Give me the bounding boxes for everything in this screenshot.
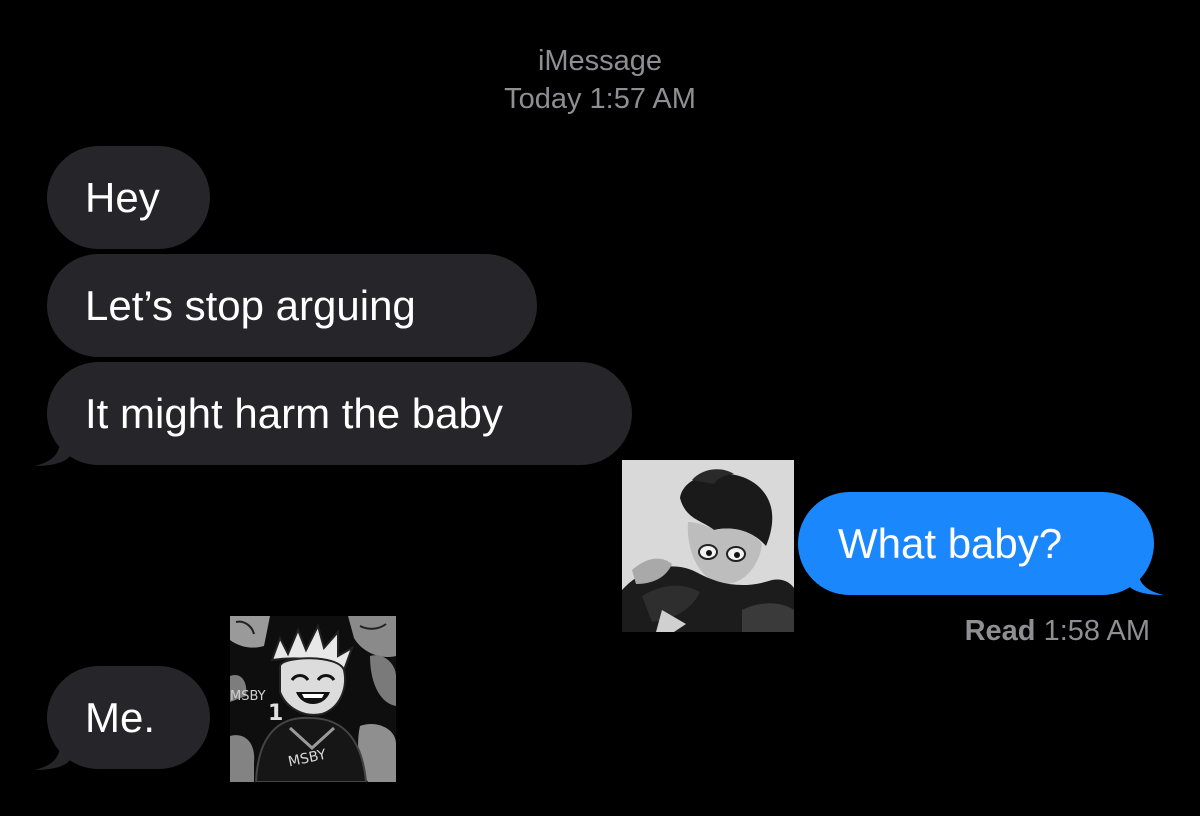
message-text: Me. <box>85 693 156 741</box>
service-label: iMessage <box>537 45 663 77</box>
message-bubble-incoming[interactable]: It might harm the baby <box>47 362 632 465</box>
read-receipt: Read 1:58 AM <box>965 612 1150 650</box>
svg-text:1: 1 <box>268 701 283 726</box>
laughing-boy-sticker-icon: 1 MSBY MSBY <box>230 616 396 782</box>
bubble-tail-icon <box>34 724 70 770</box>
svg-text:MSBY: MSBY <box>230 689 266 704</box>
message-bubble-incoming[interactable]: Hey <box>47 146 210 249</box>
message-bubble-incoming[interactable]: Me. <box>47 666 210 769</box>
bubble-tail-icon <box>1128 549 1164 595</box>
conversation-header: iMessage Today 1:57 AM <box>0 42 1200 118</box>
read-time: 1:58 AM <box>1043 615 1150 647</box>
dark-haired-boy-sticker-icon <box>622 460 794 632</box>
message-text: What baby? <box>838 519 1063 567</box>
sticker-image[interactable] <box>622 460 794 632</box>
message-text: Let’s stop arguing <box>85 281 416 329</box>
timestamp-time: 1:57 AM <box>589 83 696 115</box>
timestamp: Today 1:57 AM <box>0 80 1200 118</box>
message-bubble-outgoing[interactable]: What baby? <box>798 492 1154 595</box>
timestamp-day: Today <box>504 83 582 115</box>
message-text: It might harm the baby <box>85 389 503 437</box>
message-text: Hey <box>85 173 160 221</box>
bubble-tail-icon <box>34 420 70 466</box>
message-bubble-incoming[interactable]: Let’s stop arguing <box>47 254 537 357</box>
sticker-image[interactable]: 1 MSBY MSBY <box>230 616 396 782</box>
read-status: Read <box>964 615 1036 647</box>
